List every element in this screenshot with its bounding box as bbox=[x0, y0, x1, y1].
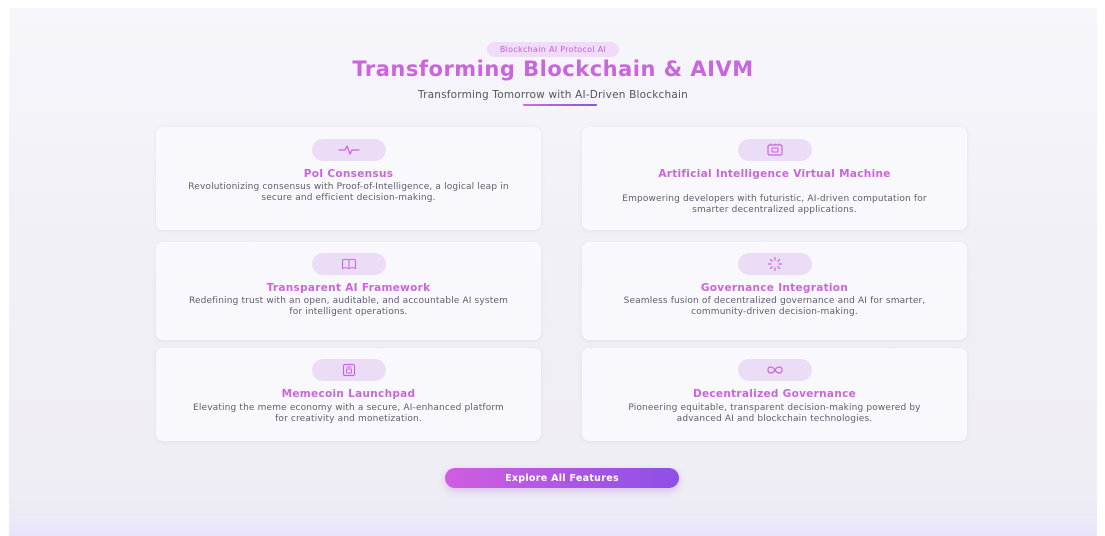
infinity-icon bbox=[737, 359, 812, 381]
feature-card-aivm: Artificial Intelligence Virtual Machine … bbox=[582, 127, 967, 230]
feature-card-decentralized-governance: Decentralized Governance Pioneering equi… bbox=[582, 348, 967, 441]
wallet-icon bbox=[311, 359, 386, 381]
section-badge: Blockchain AI Protocol AI bbox=[486, 42, 620, 57]
feature-card-governance-integration: Governance Integration Seamless fusion o… bbox=[582, 242, 967, 340]
section-title: Transforming Blockchain & AIVM bbox=[352, 57, 754, 81]
feature-description: Seamless fusion of decentralized governa… bbox=[623, 296, 926, 317]
feature-card-transparent-ai: Transparent AI Framework Redefining trus… bbox=[156, 242, 541, 340]
feature-title: Memecoin Launchpad bbox=[281, 388, 416, 400]
feature-title: Governance Integration bbox=[700, 282, 849, 294]
feature-card-memecoin-launchpad: Memecoin Launchpad Elevating the meme ec… bbox=[156, 348, 541, 441]
section-bottom-edge bbox=[9, 516, 1097, 536]
feature-description: Pioneering equitable, transparent decisi… bbox=[628, 403, 921, 424]
feature-title: Artificial Intelligence Virtual Machine bbox=[658, 168, 891, 180]
feature-card-poi-consensus: PoI Consensus Revolutionizing consensus … bbox=[156, 127, 541, 230]
feature-title: PoI Consensus bbox=[303, 168, 394, 180]
section-subtitle: Transforming Tomorrow with AI-Driven Blo… bbox=[418, 89, 688, 101]
pulse-icon bbox=[311, 139, 386, 161]
feature-title: Decentralized Governance bbox=[692, 388, 857, 400]
feature-description: Redefining trust with an open, auditable… bbox=[189, 296, 508, 317]
feature-description: Revolutionizing consensus with Proof-of-… bbox=[188, 182, 509, 203]
feature-description: Empowering developers with futuristic, A… bbox=[622, 194, 927, 215]
feature-title: Transparent AI Framework bbox=[266, 282, 431, 294]
title-divider bbox=[523, 104, 597, 106]
chip-icon bbox=[737, 139, 812, 161]
book-icon bbox=[311, 253, 386, 275]
feature-description: Elevating the meme economy with a secure… bbox=[193, 403, 504, 424]
features-section: Blockchain AI Protocol AI Transforming B… bbox=[9, 8, 1097, 536]
loader-icon bbox=[737, 253, 812, 275]
explore-all-features-button[interactable]: Explore All Features bbox=[445, 468, 679, 488]
